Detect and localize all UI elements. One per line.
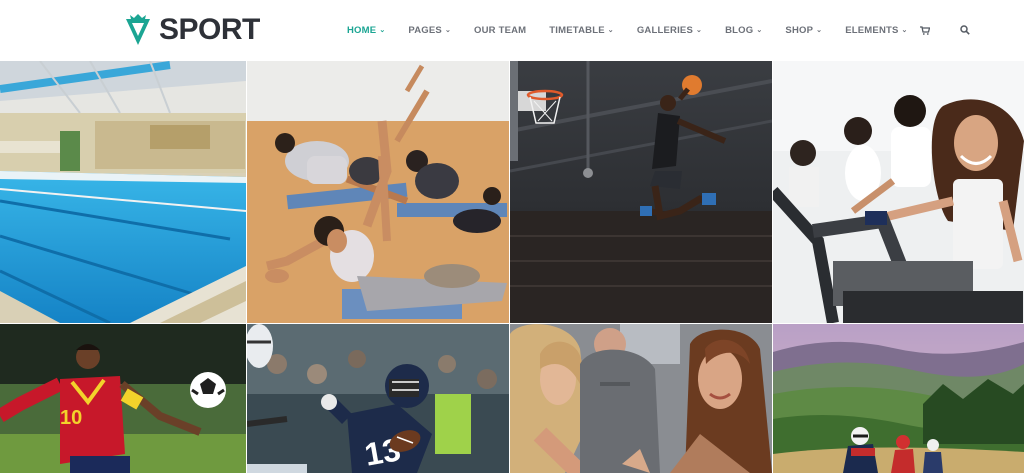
boxing-faceoff-photo [510,324,772,473]
gallery-tile-gym-cycling[interactable] [773,61,1024,323]
nav-label: HOME [347,24,377,36]
nav-label: PAGES [408,24,442,36]
nav-item-pages[interactable]: PAGES ⌄ [408,25,451,36]
svg-text:10: 10 [60,407,82,429]
nav-label: OUR TEAM [474,24,527,36]
nav-label: ELEMENTS [845,24,899,36]
chevron-down-icon: ⌄ [379,27,386,34]
chevron-down-icon: ⌄ [607,27,614,34]
gym-cycling-photo [773,61,1024,323]
nav-item-galleries[interactable]: GALLERIES ⌄ [637,25,702,36]
nav-label: GALLERIES [636,24,693,36]
site-header: SPORT HOME ⌄ PAGES ⌄ OUR TEAM TIMETABLE … [0,0,1024,61]
nav-item-timetable[interactable]: TIMETABLE ⌄ [549,25,614,36]
gallery-tile-american-football[interactable]: 13 [247,324,509,473]
search-icon[interactable] [959,25,970,35]
gallery-tile-soccer-player[interactable]: 10 [0,324,246,473]
nav-item-our-team[interactable]: OUR TEAM [474,25,526,36]
soccer-player-photo: 10 [0,324,246,473]
gallery-tile-swimming-pool[interactable] [0,61,246,323]
chevron-down-icon: ⌄ [696,27,703,34]
swimming-pool-photo [0,61,246,323]
basketball-dunk-photo [510,61,772,323]
mountain-biking-photo [773,324,1024,473]
gallery-tile-yoga-class[interactable] [247,61,509,323]
chevron-down-icon: ⌄ [756,27,763,34]
chevron-down-icon: ⌄ [816,27,823,34]
cart-icon[interactable] [919,25,930,35]
brand-name: SPORT [159,13,260,46]
gallery-tile-boxing-faceoff[interactable] [510,324,772,473]
nav-item-home[interactable]: HOME ⌄ [347,25,385,36]
chevron-down-icon: ⌄ [901,27,908,34]
yoga-class-photo [247,61,509,323]
american-football-photo: 13 [247,324,509,473]
chevron-down-icon: ⌄ [444,27,452,34]
logo-diamond-icon [126,14,150,45]
main-nav: HOME ⌄ PAGES ⌄ OUR TEAM TIMETABLE ⌄ GALL… [347,22,970,38]
nav-item-elements[interactable]: ELEMENTS ⌄ [845,25,907,36]
nav-label: BLOG [725,24,754,36]
gallery-tile-basketball-dunk[interactable] [510,61,772,323]
nav-label: SHOP [785,24,814,36]
brand-logo[interactable]: SPORT [123,12,260,48]
nav-item-blog[interactable]: BLOG ⌄ [725,25,762,36]
nav-item-shop[interactable]: SHOP ⌄ [785,25,822,36]
nav-label: TIMETABLE [549,24,605,36]
gallery-grid: 10 13 [0,61,1024,473]
gallery-tile-mountain-biking[interactable] [773,324,1024,473]
